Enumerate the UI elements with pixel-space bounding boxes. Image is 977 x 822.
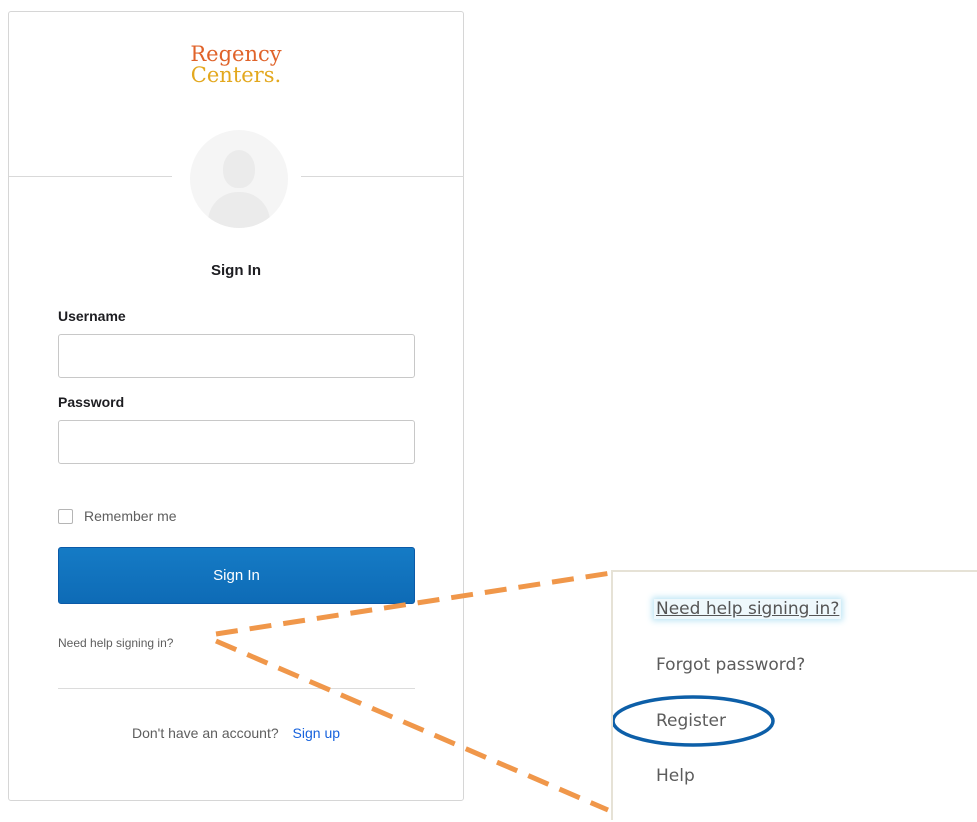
help-popup: Need help signing in? Forgot password? R… [611,570,977,820]
popup-need-help-link[interactable]: Need help signing in? [654,599,842,619]
callout-line-bottom [215,638,609,813]
popup-forgot-password-link[interactable]: Forgot password? [656,655,805,675]
popup-help-link[interactable]: Help [656,766,695,786]
callout-line-top [215,570,612,637]
popup-register-link[interactable]: Register [656,711,726,731]
